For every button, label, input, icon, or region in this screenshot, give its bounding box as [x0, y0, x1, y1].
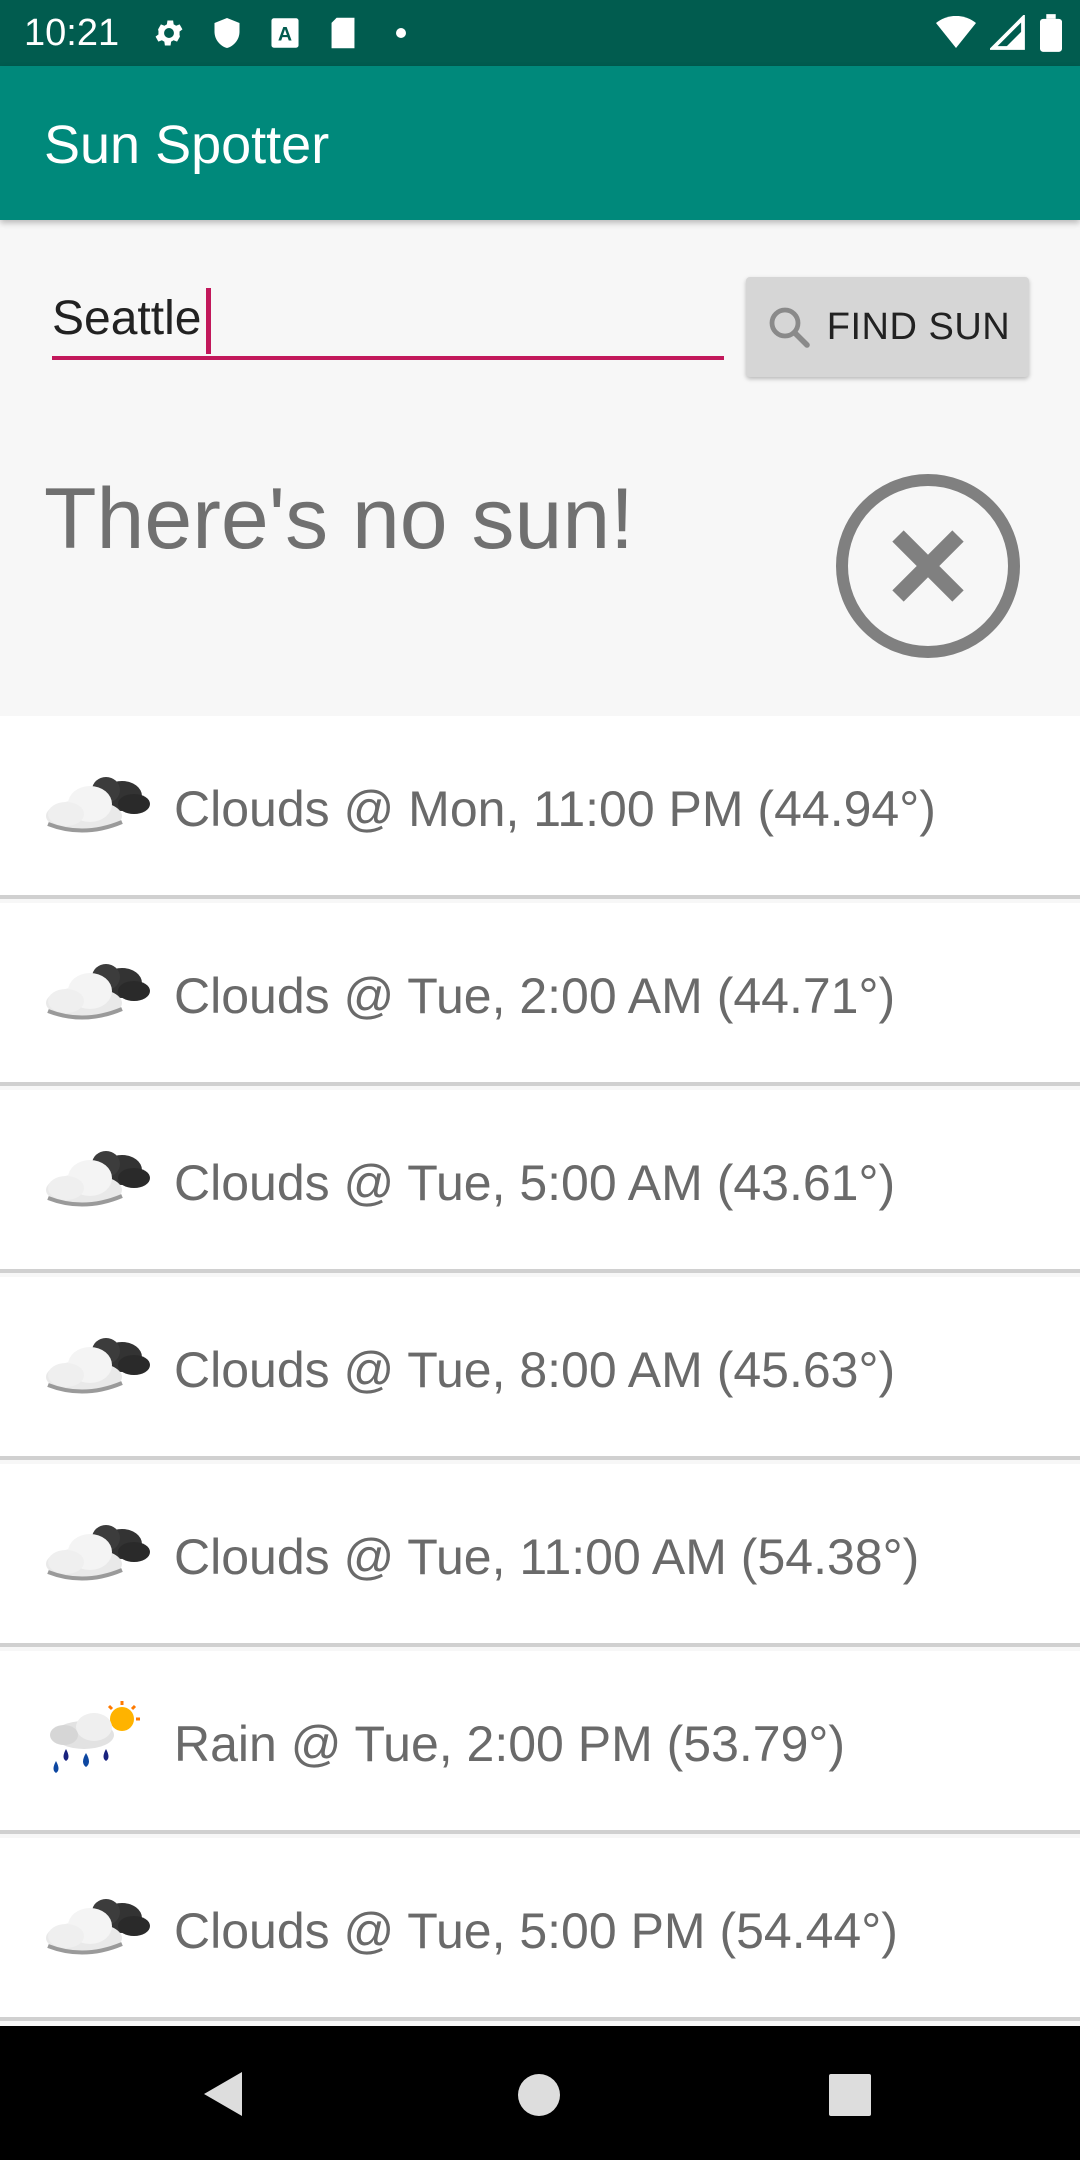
- signal-icon: [988, 13, 1026, 56]
- sd-card-icon: [324, 14, 362, 52]
- forecast-row[interactable]: Clouds @ Mon, 11:00 PM (44.94°): [0, 716, 1080, 899]
- clouds-icon: [36, 1327, 156, 1407]
- forecast-row[interactable]: Clouds @ Tue, 5:00 PM (54.44°): [0, 1838, 1080, 2021]
- home-icon[interactable]: [518, 2074, 560, 2116]
- search-area: FIND SUN There's no sun!: [0, 220, 1080, 720]
- forecast-label: Clouds @ Mon, 11:00 PM (44.94°): [174, 781, 936, 837]
- shield-icon: [208, 14, 246, 52]
- dot-icon: [382, 14, 420, 52]
- status-time: 10:21: [24, 12, 120, 54]
- forecast-row[interactable]: Clouds @ Tue, 8:00 AM (45.63°): [0, 1277, 1080, 1460]
- rain-icon: [36, 1701, 156, 1781]
- app-bar: Sun Spotter: [0, 66, 1080, 220]
- navigation-bar: [0, 2026, 1080, 2160]
- back-icon[interactable]: [202, 2070, 246, 2118]
- forecast-row[interactable]: Clouds @ Tue, 11:00 AM (54.38°): [0, 1464, 1080, 1647]
- clouds-icon: [36, 1514, 156, 1594]
- forecast-label: Clouds @ Tue, 2:00 AM (44.71°): [174, 968, 896, 1024]
- forecast-label: Clouds @ Tue, 8:00 AM (45.63°): [174, 1342, 896, 1398]
- font-a-icon: A: [266, 14, 304, 52]
- wifi-icon: [936, 15, 976, 55]
- forecast-label: Rain @ Tue, 2:00 PM (53.79°): [174, 1716, 846, 1772]
- app-title: Sun Spotter: [44, 115, 330, 175]
- forecast-list: Clouds @ Mon, 11:00 PM (44.94°) Clouds @…: [0, 716, 1080, 2025]
- svg-text:A: A: [278, 23, 292, 45]
- forecast-row[interactable]: Clouds @ Tue, 2:00 AM (44.71°): [0, 903, 1080, 1086]
- recents-icon[interactable]: [829, 2074, 871, 2116]
- clouds-icon: [36, 953, 156, 1033]
- status-bar: 10:21 A: [0, 0, 1080, 66]
- clouds-icon: [36, 766, 156, 846]
- forecast-label: Clouds @ Tue, 11:00 AM (54.38°): [174, 1529, 920, 1585]
- clouds-icon: [36, 1888, 156, 1968]
- text-cursor: [206, 288, 211, 354]
- settings-icon: [150, 14, 188, 52]
- no-sun-message: There's no sun!: [44, 471, 635, 567]
- find-sun-button[interactable]: FIND SUN: [746, 277, 1029, 377]
- notification-icons: A: [150, 14, 420, 52]
- search-icon: [769, 307, 810, 348]
- battery-icon: [1040, 14, 1062, 57]
- system-status-icons: [936, 13, 1062, 57]
- clouds-icon: [36, 1140, 156, 1220]
- forecast-row[interactable]: Clouds @ Tue, 5:00 AM (43.61°): [0, 1090, 1080, 1273]
- find-sun-label: FIND SUN: [826, 305, 1011, 348]
- city-search-input[interactable]: [52, 280, 724, 360]
- forecast-label: Clouds @ Tue, 5:00 AM (43.61°): [174, 1155, 896, 1211]
- close-circle-icon: [836, 474, 1020, 658]
- forecast-row[interactable]: Rain @ Tue, 2:00 PM (53.79°): [0, 1651, 1080, 1834]
- forecast-label: Clouds @ Tue, 5:00 PM (54.44°): [174, 1903, 898, 1959]
